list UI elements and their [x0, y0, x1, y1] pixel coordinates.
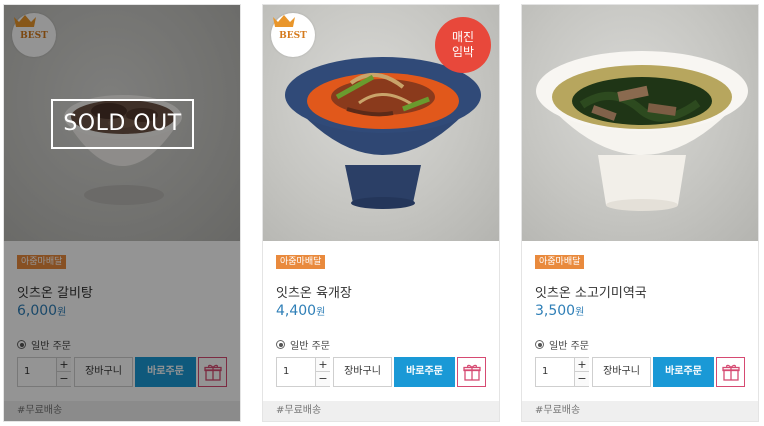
product-price: 3,500원 — [535, 303, 584, 319]
order-type-label: 일반 주문 — [290, 341, 330, 352]
shipping-tag: #무료배송 — [263, 401, 499, 421]
crown-icon — [273, 15, 295, 27]
product-card-yukgaejang[interactable]: BEST 매진 임박 아줌마배달 잇츠온 육개장 4,400원 일반 주문 1 … — [262, 4, 500, 422]
quantity-value[interactable]: 1 — [542, 366, 548, 377]
product-card-miyeokguk[interactable]: 아줌마배달 잇츠온 소고기미역국 3,500원 일반 주문 1 + − 장바구니… — [521, 4, 759, 422]
quantity-minus-button[interactable]: − — [574, 372, 589, 386]
price-value: 3,500 — [535, 303, 576, 319]
order-type-option[interactable]: 일반 주문 — [535, 337, 589, 352]
delivery-tag: 아줌마배달 — [535, 255, 585, 269]
gift-button[interactable] — [716, 357, 745, 387]
almost-soldout-label: 매진 임박 — [451, 30, 475, 59]
product-info: 아줌마배달 잇츠온 소고기미역국 3,500원 일반 주문 1 + − 장바구니… — [522, 241, 758, 421]
radio-button[interactable] — [535, 340, 544, 349]
gift-icon — [462, 364, 481, 381]
delivery-tag: 아줌마배달 — [276, 255, 326, 269]
product-card-galbitang[interactable]: BEST 아줌마배달 잇츠온 갈비탕 6,000원 일반 주문 1 + − 장바… — [3, 4, 241, 422]
quantity-minus-button[interactable]: − — [315, 372, 330, 386]
product-price: 4,400원 — [276, 303, 325, 319]
product-info: 아줌마배달 잇츠온 육개장 4,400원 일반 주문 1 + − 장바구니 바로… — [263, 241, 499, 421]
currency-unit: 원 — [316, 307, 326, 318]
best-label: BEST — [279, 30, 307, 41]
currency-unit: 원 — [575, 307, 585, 318]
best-badge: BEST — [271, 13, 315, 57]
price-value: 4,400 — [276, 303, 317, 319]
order-type-label: 일반 주문 — [549, 341, 589, 352]
buy-now-button[interactable]: 바로주문 — [653, 357, 714, 387]
product-image-miyeokguk[interactable] — [522, 5, 758, 241]
product-image-yukgaejang[interactable]: BEST 매진 임박 — [263, 5, 499, 241]
add-to-cart-button[interactable]: 장바구니 — [333, 357, 392, 387]
soldout-label: SOLD OUT — [51, 99, 194, 149]
quantity-plus-button[interactable]: + — [315, 358, 330, 372]
gift-icon — [721, 364, 740, 381]
add-to-cart-button[interactable]: 장바구니 — [592, 357, 651, 387]
quantity-stepper[interactable]: 1 + − — [276, 357, 330, 387]
buy-now-button[interactable]: 바로주문 — [394, 357, 455, 387]
quantity-stepper[interactable]: 1 + − — [535, 357, 589, 387]
product-name[interactable]: 잇츠온 육개장 — [276, 282, 352, 301]
gift-button[interactable] — [457, 357, 486, 387]
radio-button[interactable] — [276, 340, 285, 349]
quantity-plus-button[interactable]: + — [574, 358, 589, 372]
product-name[interactable]: 잇츠온 소고기미역국 — [535, 282, 647, 301]
almost-soldout-badge: 매진 임박 — [435, 17, 491, 73]
order-type-option[interactable]: 일반 주문 — [276, 337, 330, 352]
quantity-value[interactable]: 1 — [283, 366, 289, 377]
soldout-overlay: SOLD OUT — [4, 5, 240, 421]
shipping-tag: #무료배송 — [522, 401, 758, 421]
